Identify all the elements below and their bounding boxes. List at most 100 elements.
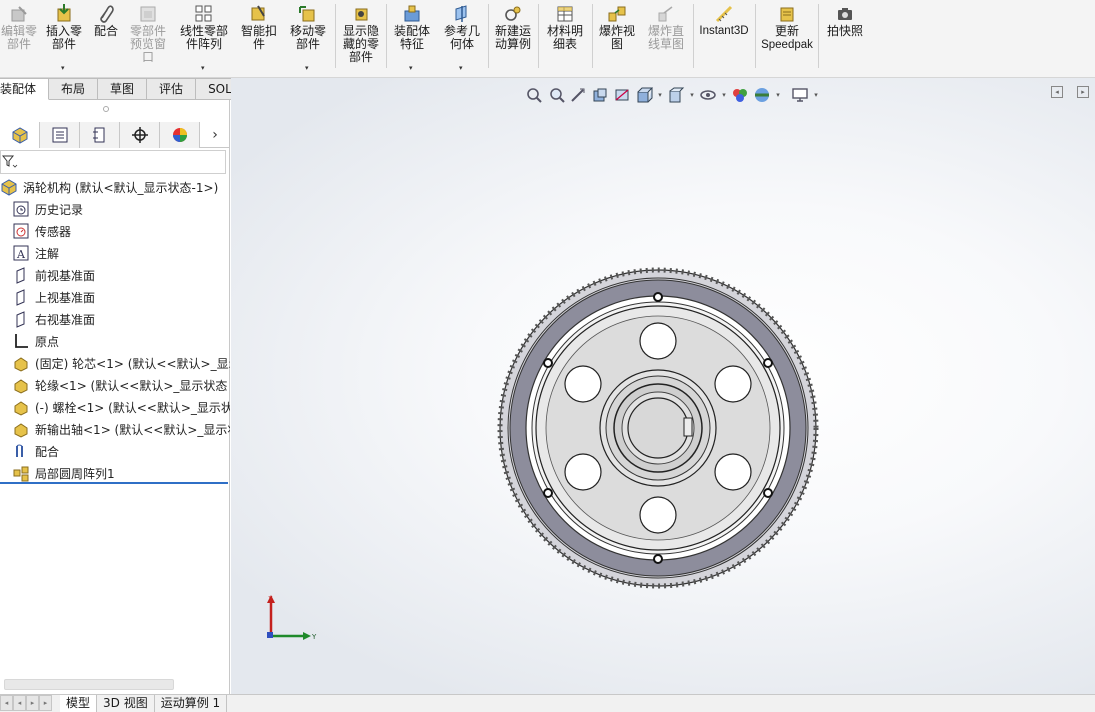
chevron-down-icon[interactable]: ▾: [811, 91, 821, 99]
show-hidden-icon: [351, 4, 371, 24]
heads-up-view-toolbar: ▾ ▾ ▾ ▾ ▾: [523, 84, 821, 106]
dimxpert-manager-tab[interactable]: [120, 122, 160, 148]
tree-item-mates[interactable]: 配合: [0, 440, 230, 462]
plane-icon: [16, 311, 25, 328]
feature-manager-tab[interactable]: [0, 122, 40, 148]
edit-component-button[interactable]: 编辑零 部件: [0, 0, 38, 78]
rollback-bar[interactable]: [0, 482, 228, 484]
section-view-icon[interactable]: [589, 84, 611, 106]
panel-resize-grip[interactable]: [103, 106, 109, 112]
chevron-down-icon[interactable]: ▾: [459, 64, 463, 72]
tab-model[interactable]: 模型: [60, 695, 98, 712]
instant3d-icon: [714, 4, 734, 24]
ribbon-separator: [386, 4, 387, 68]
tab-3d-views[interactable]: 3D 视图: [97, 695, 155, 712]
tab-assembly[interactable]: 装配体: [0, 78, 50, 100]
property-manager-tab[interactable]: [40, 122, 80, 148]
ribbon-separator: [488, 4, 489, 68]
coordinate-triad: X Y: [267, 595, 317, 641]
tree-item-origin[interactable]: 原点: [0, 330, 230, 352]
tree-item-history[interactable]: 历史记录: [0, 198, 230, 220]
dynamic-annotation-view-icon[interactable]: [611, 84, 633, 106]
tab-evaluate[interactable]: 评估: [147, 78, 197, 100]
ribbon-separator: [755, 4, 756, 68]
configuration-manager-tab[interactable]: [80, 122, 120, 148]
property-list-icon: [52, 127, 67, 143]
view-settings-icon[interactable]: [789, 84, 811, 106]
tab-sketch[interactable]: 草图: [98, 78, 148, 100]
zoom-to-area-icon[interactable]: [545, 84, 567, 106]
ribbon-separator: [693, 4, 694, 68]
tree-item-top-plane[interactable]: 上视基准面: [0, 286, 230, 308]
chevron-down-icon[interactable]: ▾: [201, 64, 205, 72]
instant3d-button[interactable]: Instant3D: [696, 0, 752, 78]
apply-scene-icon[interactable]: [751, 84, 773, 106]
linear-pattern-button[interactable]: 线性零部 件阵列 ▾: [174, 0, 234, 78]
show-hidden-components-button[interactable]: 显示隐 藏的零 部件: [338, 0, 384, 78]
motion-study-icon: [503, 4, 523, 24]
triad-y-label: Y: [311, 633, 317, 641]
previous-tab-icon[interactable]: ◂: [13, 695, 26, 711]
tree-item-annotations[interactable]: A 注解: [0, 242, 230, 264]
tree-filter-bar[interactable]: [0, 150, 226, 174]
chevron-right-icon[interactable]: ›: [200, 122, 230, 148]
new-motion-study-button[interactable]: 新建运 动算例: [490, 0, 536, 78]
bill-of-materials-button[interactable]: 材料明 细表: [541, 0, 589, 78]
tree-item-right-plane[interactable]: 右视基准面: [0, 308, 230, 330]
filter-icon: [2, 155, 18, 168]
smart-fasteners-button[interactable]: 智能扣 件: [236, 0, 282, 78]
next-tab-icon[interactable]: ▸: [26, 695, 39, 711]
graphics-area[interactable]: ▾ ▾ ▾ ▾ ▾ ◂ ▸ X Y: [231, 78, 1095, 694]
insert-component-button[interactable]: 插入零 部件 ▾: [40, 0, 88, 78]
crosshair-icon: [131, 127, 148, 143]
chevron-down-icon[interactable]: ▾: [773, 91, 783, 99]
collapse-panel-icon[interactable]: ◂: [1051, 86, 1063, 98]
component-preview-button[interactable]: 零部件 预览窗 口: [124, 0, 172, 78]
tree-item-hub[interactable]: (固定) 轮芯<1> (默认<<默认>_显示: [0, 352, 230, 374]
camera-icon: [835, 4, 855, 24]
hide-show-items-icon[interactable]: [697, 84, 719, 106]
exploded-view-button[interactable]: 爆炸视 图: [594, 0, 640, 78]
zoom-to-fit-icon[interactable]: [523, 84, 545, 106]
explode-line-sketch-button[interactable]: 爆炸直 线草图: [642, 0, 690, 78]
tree-root-assembly[interactable]: 涡轮机构 (默认<默认_显示状态-1>): [0, 176, 230, 198]
tree-item-rim[interactable]: 轮缘<1> (默认<<默认>_显示状态 -: [0, 374, 230, 396]
tree-item-circular-pattern[interactable]: 局部圆周阵列1: [0, 462, 230, 484]
plane-icon: [16, 289, 25, 306]
chevron-down-icon[interactable]: ▾: [687, 91, 697, 99]
chevron-down-icon[interactable]: ▾: [409, 64, 413, 72]
reference-geometry-button[interactable]: 参考几 何体 ▾: [438, 0, 486, 78]
first-tab-icon[interactable]: ◂: [0, 695, 13, 711]
mate-button[interactable]: 配合: [90, 0, 122, 78]
tree-item-bolt[interactable]: (-) 螺栓<1> (默认<<默认>_显示状: [0, 396, 230, 418]
chevron-down-icon[interactable]: ▾: [61, 64, 65, 72]
edit-appearance-icon[interactable]: [729, 84, 751, 106]
ribbon-separator: [592, 4, 593, 68]
tree-item-output-shaft[interactable]: 新输出轴<1> (默认<<默认>_显示状: [0, 418, 230, 440]
chevron-down-icon[interactable]: ▾: [655, 91, 665, 99]
last-tab-icon[interactable]: ▸: [39, 695, 52, 711]
smart-fastener-icon: [249, 4, 269, 24]
origin-icon: [15, 334, 28, 348]
tree-item-front-plane[interactable]: 前视基准面: [0, 264, 230, 286]
history-icon: [13, 201, 29, 217]
previous-view-icon[interactable]: [567, 84, 589, 106]
feature-manager-panel: › 涡轮机构 (默认<默认_显示状态-1>) 历史记录 传感器 A 注解 前视基…: [0, 100, 230, 696]
tab-layout[interactable]: 布局: [49, 78, 99, 100]
update-speedpak-button[interactable]: 更新 Speedpak: [758, 0, 816, 78]
tab-motion-study-1[interactable]: 运动算例 1: [155, 695, 228, 712]
display-manager-tab[interactable]: [160, 122, 200, 148]
horizontal-scrollbar[interactable]: [4, 679, 174, 690]
move-component-button[interactable]: 移动零 部件 ▾: [284, 0, 332, 78]
chevron-down-icon[interactable]: ▾: [305, 64, 309, 72]
expand-panel-icon[interactable]: ▸: [1077, 86, 1089, 98]
edit-component-icon: [9, 4, 29, 24]
display-style-icon[interactable]: [665, 84, 687, 106]
take-snapshot-button[interactable]: 拍快照: [821, 0, 869, 78]
turbine-wheel-model[interactable]: [493, 263, 823, 593]
view-orientation-icon[interactable]: [633, 84, 655, 106]
plane-icon: [16, 267, 25, 284]
chevron-down-icon[interactable]: ▾: [719, 91, 729, 99]
assembly-features-button[interactable]: 装配体 特征 ▾: [389, 0, 435, 78]
tree-item-sensors[interactable]: 传感器: [0, 220, 230, 242]
